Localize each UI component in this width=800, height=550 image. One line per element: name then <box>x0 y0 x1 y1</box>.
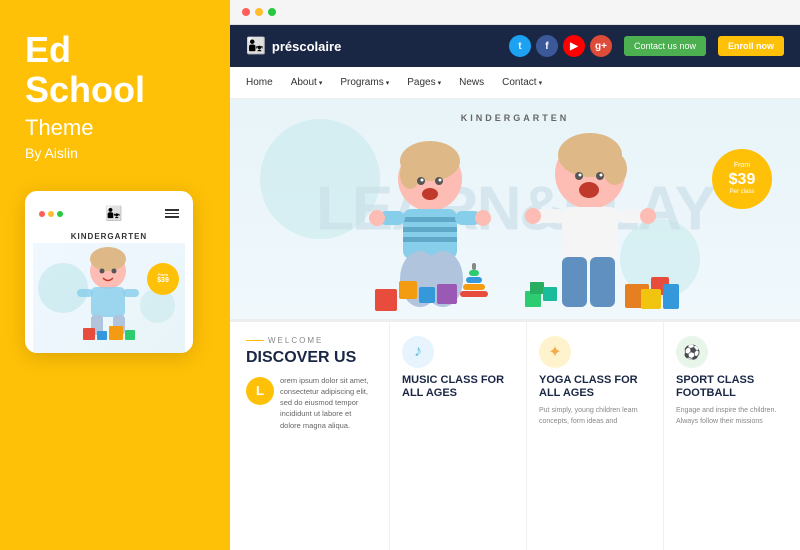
hero-price-from: From <box>734 162 750 170</box>
mobile-dot-red <box>39 211 45 217</box>
nav: 👨‍👧 préscolaire t f ▶ g+ Contact us now … <box>230 25 800 67</box>
mobile-logo-area: 👨‍👧 <box>105 205 122 222</box>
left-panel: EdSchool Theme By Aislin 👨‍👧 KINDERGARTE… <box>0 0 230 550</box>
browser-dot-green <box>268 8 276 16</box>
menu-about[interactable]: About ▾ <box>291 77 323 88</box>
yoga-title: YOGA CLASS FOR ALL AGES <box>539 374 651 400</box>
menu-pages[interactable]: Pages ▾ <box>407 77 441 88</box>
menu-contact[interactable]: Contact ▾ <box>502 77 542 88</box>
welcome-tag: WELCOME <box>246 336 373 345</box>
hero-children-svg <box>325 119 705 319</box>
nav-logo-icon: 👨‍👧 <box>246 36 266 56</box>
hero-price-value: $39 <box>729 170 756 189</box>
music-symbol: ♪ <box>414 343 422 361</box>
social-googleplus[interactable]: g+ <box>590 35 612 57</box>
sport-icon: ⚽ <box>676 336 708 368</box>
menu-news[interactable]: News <box>459 77 484 88</box>
mobile-child-svg <box>53 243 173 353</box>
browser-chrome <box>230 0 800 25</box>
features-area: ♪ MUSIC CLASS FOR ALL AGES ✦ YOGA CLASS … <box>390 322 800 550</box>
yoga-text: Put simply, young children learn concept… <box>539 406 651 427</box>
feature-yoga: ✦ YOGA CLASS FOR ALL AGES Put simply, yo… <box>527 322 664 550</box>
yoga-icon: ✦ <box>539 336 571 368</box>
browser-dot-red <box>242 8 250 16</box>
welcome-col: WELCOME DISCOVER US L orem ipsum dolor s… <box>230 322 390 550</box>
welcome-body: L orem ipsum dolor sit amet, consectetur… <box>246 375 373 431</box>
mobile-hero-label: KINDERGARTEN <box>33 232 185 241</box>
hero-price-badge: From $39 Per class <box>712 149 772 209</box>
social-facebook[interactable]: f <box>536 35 558 57</box>
hero-price-sub: Per class <box>730 189 755 196</box>
website: 👨‍👧 préscolaire t f ▶ g+ Contact us now … <box>230 25 800 550</box>
hero: KINDERGARTEN LEARN&PLAY <box>230 99 800 319</box>
browser-dot-yellow <box>255 8 263 16</box>
social-twitter[interactable]: t <box>509 35 531 57</box>
menu-home[interactable]: Home <box>246 77 273 88</box>
music-icon: ♪ <box>402 336 434 368</box>
bottom-section: WELCOME DISCOVER US L orem ipsum dolor s… <box>230 319 800 550</box>
mobile-top-bar: 👨‍👧 <box>33 201 185 228</box>
welcome-avatar: L <box>246 377 274 405</box>
left-author: By Aislin <box>25 145 205 161</box>
menu-bar: Home About ▾ Programs ▾ Pages ▾ News Con… <box>230 67 800 99</box>
mobile-hero-img: From $39 <box>33 243 185 353</box>
enroll-button[interactable]: Enroll now <box>718 36 784 56</box>
mobile-mockup: 👨‍👧 KINDERGARTEN <box>25 191 193 353</box>
feature-sport: ⚽ SPORT CLASS FOOTBALL Engage and inspir… <box>664 322 800 550</box>
sport-text: Engage and inspire the children. Always … <box>676 406 788 427</box>
sport-title: SPORT CLASS FOOTBALL <box>676 374 788 400</box>
sport-symbol: ⚽ <box>683 344 700 361</box>
mobile-menu-icon[interactable] <box>165 209 179 218</box>
contact-button[interactable]: Contact us now <box>624 36 706 56</box>
social-youtube[interactable]: ▶ <box>563 35 585 57</box>
mobile-dots <box>39 211 63 217</box>
feature-music: ♪ MUSIC CLASS FOR ALL AGES <box>390 322 527 550</box>
right-panel: 👨‍👧 préscolaire t f ▶ g+ Contact us now … <box>230 0 800 550</box>
nav-logo: 👨‍👧 préscolaire <box>246 36 341 56</box>
yoga-symbol: ✦ <box>548 342 561 362</box>
nav-socials: t f ▶ g+ <box>509 35 612 57</box>
mobile-dot-green <box>57 211 63 217</box>
music-title: MUSIC CLASS FOR ALL AGES <box>402 374 514 400</box>
menu-programs[interactable]: Programs ▾ <box>340 77 389 88</box>
left-title: EdSchool <box>25 30 205 109</box>
welcome-title: DISCOVER US <box>246 349 373 367</box>
nav-logo-text: préscolaire <box>272 39 341 54</box>
mobile-dot-yellow <box>48 211 54 217</box>
left-subtitle: Theme <box>25 115 205 141</box>
mobile-logo-icon: 👨‍👧 <box>105 205 122 222</box>
welcome-text: orem ipsum dolor sit amet, consectetur a… <box>280 375 373 431</box>
